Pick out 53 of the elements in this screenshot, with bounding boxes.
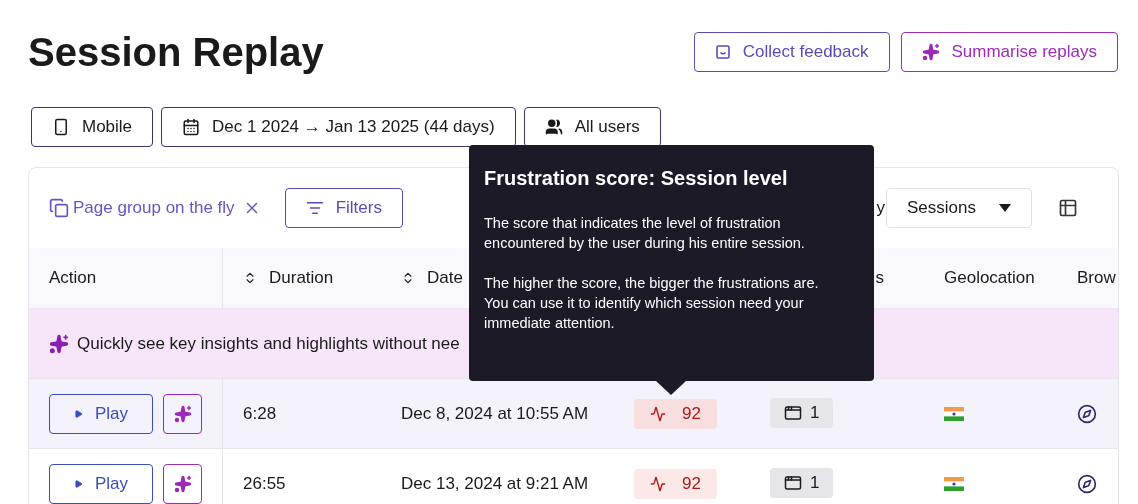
flag-icon — [944, 476, 964, 491]
caret-icon — [999, 203, 1011, 213]
pages-count-badge: 1 — [770, 398, 834, 428]
page-title: Session Replay — [28, 30, 324, 74]
sessions-dropdown[interactable]: Sessions — [886, 188, 1032, 228]
phone-icon — [52, 118, 70, 136]
table-row[interactable]: Play 6:28 Dec 8, 2024 at 10:55 AM 92 1 — [29, 378, 1118, 448]
compass-icon — [1077, 473, 1097, 494]
flag-icon — [944, 406, 964, 421]
pages-icon — [49, 198, 69, 218]
filters-button[interactable]: Filters — [284, 188, 403, 228]
compass-icon — [1077, 403, 1097, 424]
frustration-score-badge: 92 — [634, 398, 717, 429]
banner-text: Quickly see key insights and highlights without nee — [77, 332, 460, 355]
pulse-icon — [650, 475, 666, 492]
date-text: Dec 13, 2024 at 9:21 AM — [401, 473, 589, 493]
summarise-replays-button[interactable]: Summarise replays — [900, 32, 1118, 72]
table-row[interactable]: Play 26:55 Dec 13, 2024 at 9:21 AM 92 1 — [29, 448, 1118, 504]
tooltip-text: The score that indicates the level of frustration encountered by the user during his entire session. — [484, 214, 806, 253]
sparkles-icon — [173, 404, 192, 423]
play-button[interactable]: Play — [49, 463, 153, 504]
column-header: Action — [49, 267, 97, 290]
duration-text: 6:28 — [243, 403, 277, 423]
column-header: Brow — [1077, 267, 1116, 290]
tooltip-title: Frustration score: Session level — [484, 166, 789, 191]
column-header: s — [875, 267, 884, 290]
column-header: Date — [427, 267, 463, 290]
duration-text: 26:55 — [243, 473, 286, 493]
sparkles-icon — [921, 43, 940, 61]
date-text: Dec 8, 2024 at 10:55 AM — [401, 403, 589, 423]
column-header: Geolocation — [944, 267, 1035, 290]
collect-feedback-button[interactable]: Collect feedback — [693, 32, 890, 72]
pulse-icon — [650, 405, 666, 422]
summarise-button[interactable] — [163, 393, 202, 434]
frustration-score-badge: 92 — [634, 468, 717, 499]
column-header: Duration — [269, 267, 334, 290]
pages-count-badge: 1 — [770, 468, 834, 498]
toolbar-label: y — [876, 197, 885, 220]
filter-chip[interactable]: Dec 1 2024 → Jan 13 2025 (44 days) — [161, 107, 516, 147]
users-icon — [544, 118, 563, 136]
columns-icon[interactable] — [1058, 198, 1078, 218]
sparkles-icon — [173, 474, 192, 493]
calendar-icon — [182, 118, 201, 136]
sparkles-icon — [49, 333, 69, 354]
tooltip-text: The higher the score, the bigger the frustrations are. You can use it to identify which session need your immediate attention. — [484, 274, 820, 333]
filter-chip[interactable]: Mobile — [31, 107, 154, 147]
page-group-link[interactable]: Page group on the fly — [49, 195, 235, 221]
feedback-icon — [714, 44, 731, 60]
window-icon — [784, 404, 802, 422]
play-button[interactable]: Play — [49, 393, 153, 434]
window-icon — [784, 474, 802, 492]
summarise-button[interactable] — [163, 463, 202, 504]
filter-icon — [305, 199, 324, 217]
